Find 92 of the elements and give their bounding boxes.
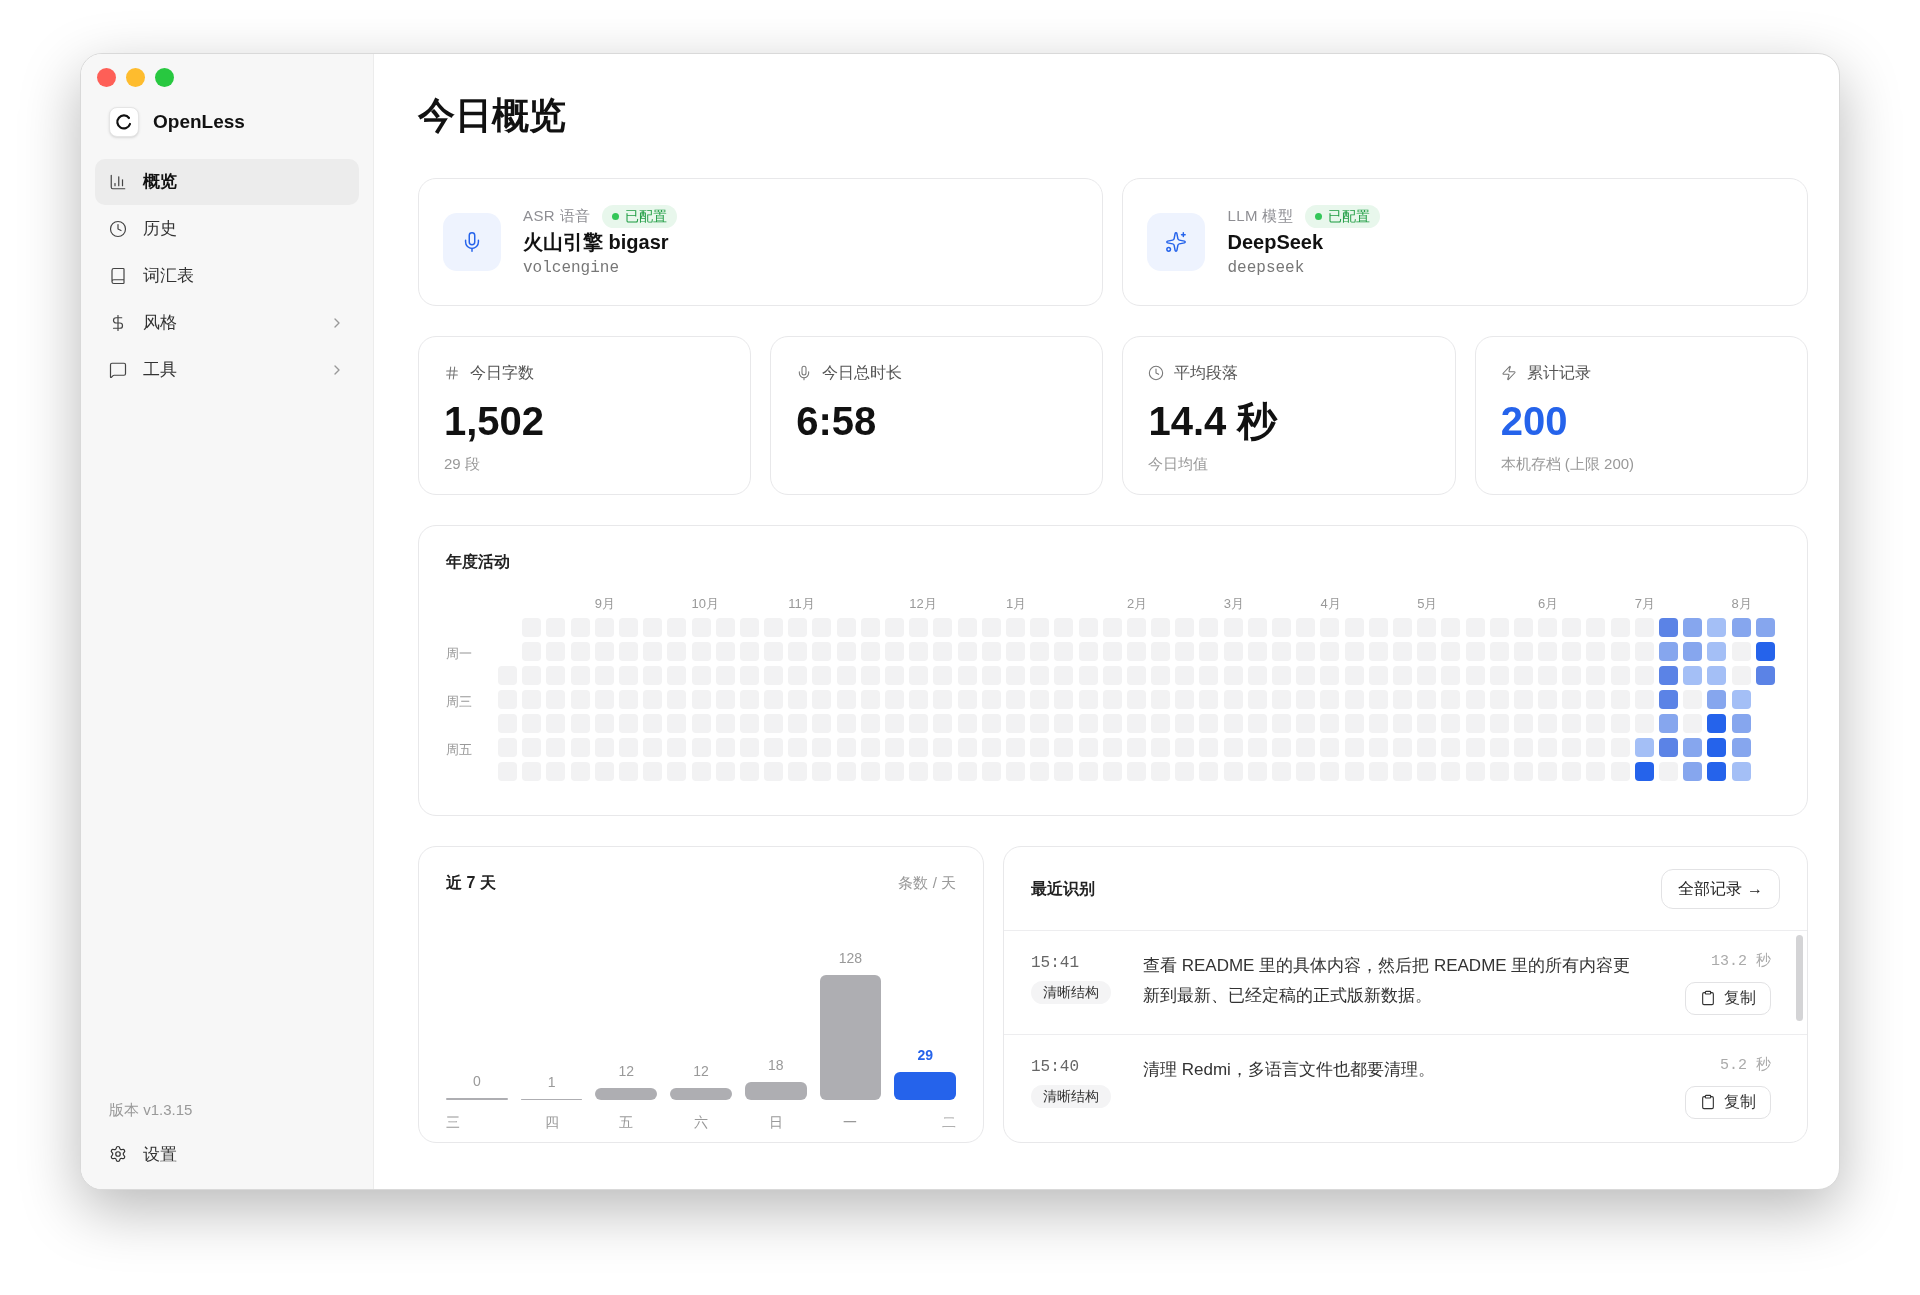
category-label: 三 — [446, 1113, 460, 1132]
sparkle-icon — [1147, 213, 1206, 271]
month-label: 8月 — [1731, 595, 1752, 613]
stat-label: 今日总时长 — [822, 363, 903, 383]
bar-value-label: 12 — [618, 1062, 635, 1082]
section-title: 近 7 天 — [446, 873, 496, 893]
status-badge: 已配置 — [602, 204, 678, 228]
version-label: 版本 v1.3.15 — [109, 1100, 194, 1120]
month-label: 10月 — [691, 595, 719, 613]
provider-name: 火山引擎 bigasr — [523, 229, 670, 255]
category-label: 四 — [544, 1113, 559, 1132]
bar — [744, 1082, 807, 1100]
stat-value: 14.4 秒 — [1148, 398, 1279, 445]
clipboard-icon — [1699, 990, 1716, 1006]
month-label: 2月 — [1126, 595, 1148, 613]
clipboard-icon — [1699, 1094, 1716, 1110]
stat-label: 累计记录 — [1526, 363, 1591, 383]
month-label: 12月 — [909, 595, 937, 613]
month-label: 6月 — [1538, 595, 1559, 613]
clock-icon — [1148, 365, 1165, 381]
bar-value-label: 29 — [917, 1045, 933, 1065]
bar-value-label: 18 — [767, 1056, 784, 1076]
bar-value-label: 12 — [693, 1062, 709, 1082]
copy-button[interactable]: 复制 — [1684, 981, 1771, 1015]
settings-item[interactable]: 设置 — [109, 1141, 345, 1167]
month-label: 4月 — [1320, 595, 1341, 613]
book-icon — [109, 267, 127, 285]
bar — [670, 1088, 732, 1100]
category-label: 六 — [694, 1113, 708, 1132]
bar-value-label: 1 — [547, 1073, 556, 1093]
stat-value: 200 — [1500, 398, 1569, 445]
clock-icon — [109, 220, 127, 238]
page-title: 今日概览 — [418, 94, 567, 138]
sidebar-item[interactable]: 词汇表 — [95, 253, 359, 299]
section-title: 最近识别 — [1031, 878, 1095, 899]
provider-id: volcengine — [523, 257, 620, 279]
microphone-icon — [443, 213, 501, 271]
duration-label: 13.2 秒 — [1710, 951, 1771, 972]
provider-id: deepseek — [1227, 257, 1306, 279]
lightning-icon — [1500, 365, 1517, 381]
unit-label: 条数 / 天 — [898, 872, 956, 893]
weekday-label: 周五 — [446, 741, 472, 760]
provider-label: LLM 模型 — [1227, 205, 1294, 226]
month-label: 3月 — [1223, 595, 1244, 613]
stat-label: 平均段落 — [1174, 363, 1239, 383]
sidebar-item[interactable]: 概览 — [95, 159, 359, 205]
category-label: 五 — [619, 1113, 634, 1132]
stat-value: 6:58 — [796, 398, 878, 445]
transcript-text: 查看 README 里的具体内容，然后把 README 里的所有内容更新到最新、已经定稿的正式版新数据。 — [1143, 955, 1632, 1007]
chat-bubble-icon — [109, 361, 127, 379]
month-label: 1月 — [1005, 595, 1027, 613]
category-label: 一 — [843, 1113, 858, 1132]
app-logo-icon — [109, 107, 139, 137]
settings-icon — [109, 1145, 127, 1164]
sidebar-item[interactable]: 工具 — [95, 347, 359, 393]
month-label: 11月 — [788, 595, 815, 613]
copy-button[interactable]: 复制 — [1684, 1085, 1771, 1119]
bar — [595, 1088, 658, 1100]
bar-value-label: 0 — [472, 1072, 481, 1091]
app-name: OpenLess — [153, 109, 245, 134]
provider-name: DeepSeek — [1227, 229, 1325, 255]
stat-caption: 今日均值 — [1148, 454, 1210, 474]
bar — [894, 1071, 957, 1100]
stat-caption: 29 段 — [444, 454, 481, 474]
hash-icon — [444, 365, 460, 381]
window-control[interactable] — [155, 68, 174, 87]
bar-value-label: 128 — [838, 949, 863, 968]
style-tag: 清晰结构 — [1031, 1085, 1111, 1108]
all-records-button[interactable]: 全部记录 → — [1661, 868, 1780, 909]
sidebar-item[interactable]: 风格 — [95, 300, 359, 346]
category-label: 二 — [942, 1113, 957, 1132]
status-badge: 已配置 — [1305, 204, 1381, 228]
bar-chart-icon — [109, 173, 127, 191]
scrollbar[interactable] — [1795, 935, 1803, 1021]
window-control[interactable] — [97, 68, 116, 87]
time-label: 15:41 — [1031, 953, 1079, 974]
sidebar-item[interactable]: 历史 — [95, 206, 359, 252]
stat-caption: 本机存档 (上限 200) — [1500, 454, 1636, 474]
provider-label: ASR 语音 — [523, 205, 591, 226]
style-tag: 清晰结构 — [1031, 981, 1111, 1004]
month-label: 5月 — [1417, 595, 1438, 613]
stat-value: 1,502 — [444, 398, 546, 445]
category-label: 日 — [768, 1113, 783, 1132]
stat-label: 今日字数 — [470, 363, 534, 383]
month-label: 7月 — [1634, 595, 1656, 613]
section-title: 年度活动 — [446, 552, 511, 572]
time-label: 15:40 — [1031, 1057, 1079, 1078]
duration-label: 5.2 秒 — [1719, 1055, 1771, 1076]
transcript-text: 清理 Redmi，多语言文件也都要清理。 — [1143, 1059, 1436, 1081]
weekday-label: 周三 — [446, 693, 472, 712]
month-label: 9月 — [594, 595, 615, 613]
window-control[interactable] — [126, 68, 145, 87]
